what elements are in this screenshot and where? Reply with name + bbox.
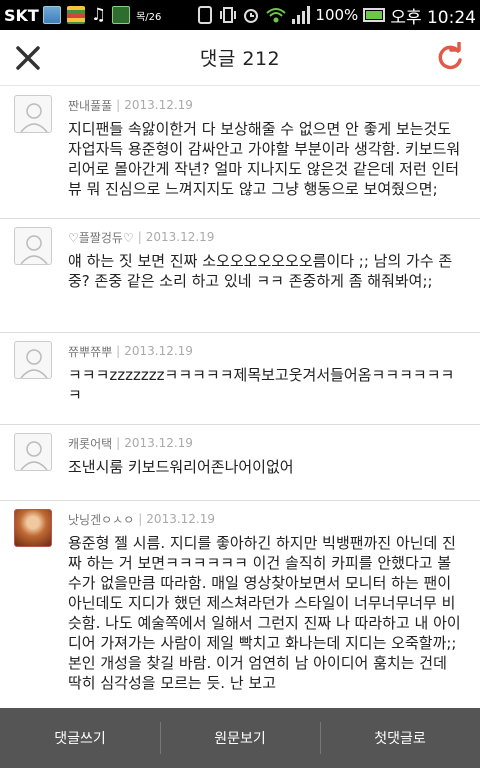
meta-separator: | (116, 436, 121, 450)
comment-item: 캐롯어택 | 2013.12.19 조낸시룸 키보드워리어존나어이없어 (0, 425, 480, 501)
default-avatar-icon (20, 349, 48, 378)
alarm-icon (244, 9, 259, 23)
meta-separator: | (138, 512, 143, 526)
comment-item: 쮸뿌쮸뿌 | 2013.12.19 ㅋㅋㅋzzzzzzzㅋㅋㅋㅋㅋ제목보고웃겨서… (0, 333, 480, 425)
view-original-button[interactable]: 원문보기 (160, 708, 320, 768)
comment-body: 지디팬들 속앓이한거 다 보상해줄 수 없으면 안 좋게 보는것도 자업자득 용… (68, 120, 461, 198)
comment-meta: 캐롯어택 | 2013.12.19 (68, 435, 464, 451)
signal-icon (292, 6, 311, 24)
avatar[interactable] (14, 509, 52, 547)
comment-item: ♡플짤겅듀♡ | 2013.12.19 얘 하는 짓 보면 진짜 소오오오오오오… (0, 219, 480, 333)
comment-body: ㅋㅋㅋzzzzzzzㅋㅋㅋㅋㅋ제목보고웃겨서들어옴ㅋㅋㅋㅋㅋㅋㅋ (68, 366, 455, 404)
default-avatar-icon (20, 103, 48, 132)
comment-date: 2013.12.19 (145, 230, 215, 244)
comment-author: 짠내풀풀 (68, 98, 113, 113)
comment-meta: 쮸뿌쮸뿌 | 2013.12.19 (68, 343, 464, 359)
music-icon: ♫ (90, 5, 107, 25)
meta-separator: | (116, 344, 121, 358)
comment-body: 조낸시룸 키보드워리어존나어이없어 (68, 458, 294, 476)
comment-date: 2013.12.19 (124, 436, 193, 450)
bottom-action-bar: 댓글쓰기 원문보기 첫댓글로 (0, 708, 480, 768)
comment-author: ♡플짤겅듀♡ (68, 230, 134, 245)
avatar[interactable] (14, 341, 52, 379)
clock: 오후 10:24 (390, 7, 476, 28)
status-bar: SKT ♫ 목/26 100% 오후 10:24 (0, 0, 480, 30)
comment-author: 쮸뿌쮸뿌 (68, 344, 113, 359)
comment-item: 짠내풀풀 | 2013.12.19 지디팬들 속앓이한거 다 보상해줄 수 없으… (0, 87, 480, 219)
app-notification-icon (66, 6, 85, 24)
close-icon[interactable] (12, 42, 44, 74)
default-avatar-icon (20, 235, 48, 264)
write-comment-button[interactable]: 댓글쓰기 (0, 708, 160, 768)
page-title: 댓글 212 (199, 48, 281, 70)
comment-list[interactable]: 짠내풀풀 | 2013.12.19 지디팬들 속앓이한거 다 보상해줄 수 없으… (0, 87, 480, 708)
meta-separator: | (116, 98, 121, 112)
comment-body: 얘 하는 짓 보면 진짜 소오오오오오오오름이다 ;; 남의 가수 존중? 존중… (68, 252, 453, 290)
comment-meta: ♡플짤겅듀♡ | 2013.12.19 (68, 229, 464, 245)
comment-meta: 짠내풀풀 | 2013.12.19 (68, 97, 464, 113)
first-comment-button[interactable]: 첫댓글로 (320, 708, 480, 768)
date-badge: 목/26 (136, 11, 162, 23)
refresh-icon[interactable] (434, 42, 466, 74)
comment-author: 캐롯어택 (68, 436, 113, 451)
comment-item: 낫닝겐ㅇㅅㅇ | 2013.12.19 용준형 젤 시름. 지디를 좋아하긴 하… (0, 501, 480, 708)
comment-meta: 낫닝겐ㅇㅅㅇ | 2013.12.19 (68, 511, 464, 527)
comment-date: 2013.12.19 (124, 98, 193, 112)
rotate-lock-icon (198, 6, 213, 24)
avatar[interactable] (14, 227, 52, 265)
chart-notification-icon (112, 6, 131, 24)
battery-percent: 100% (315, 6, 359, 24)
carrier-label: SKT (4, 5, 39, 25)
meta-separator: | (137, 230, 142, 244)
comment-date: 2013.12.19 (124, 344, 193, 358)
comment-date: 2013.12.19 (146, 512, 216, 526)
avatar[interactable] (14, 433, 52, 471)
wifi-icon (266, 8, 287, 23)
avatar[interactable] (14, 95, 52, 133)
default-avatar-icon (20, 441, 48, 470)
header-bar: 댓글 212 (0, 30, 480, 86)
battery-icon (363, 8, 386, 22)
gallery-notification-icon (42, 6, 61, 24)
vibrate-icon (220, 7, 237, 23)
comment-author: 낫닝겐ㅇㅅㅇ (68, 512, 135, 527)
comment-body: 용준형 젤 시름. 지디를 좋아하긴 하지만 빅뱅팬까진 아닌데 진짜 하는 거… (68, 534, 461, 692)
